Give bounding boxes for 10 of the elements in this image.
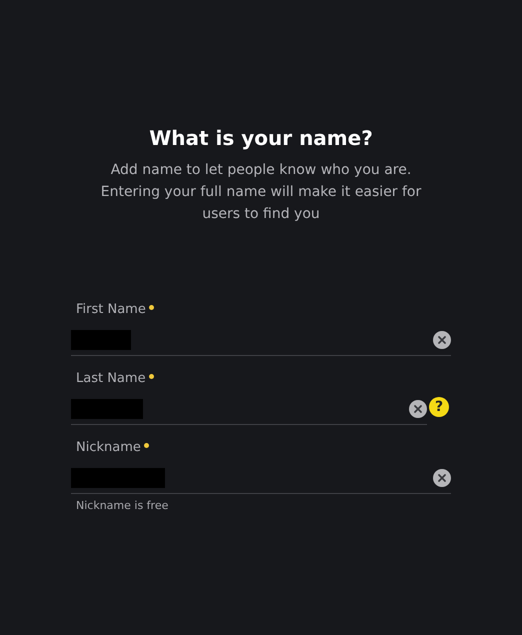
page-title: What is your name? — [149, 125, 373, 152]
clear-icon[interactable] — [433, 331, 451, 349]
field-label: First Name — [76, 301, 146, 319]
field-label: Nickname — [76, 439, 141, 457]
description-text: Add name to let people know who you are. Entering your full name will make it easier for users to find you — [100, 161, 422, 224]
clear-icon[interactable] — [409, 400, 427, 418]
help-icon[interactable]: ? — [429, 396, 449, 416]
hint-text: Nickname is free — [75, 499, 170, 512]
field-label: Last Name — [76, 370, 146, 388]
clear-icon[interactable] — [433, 469, 451, 487]
